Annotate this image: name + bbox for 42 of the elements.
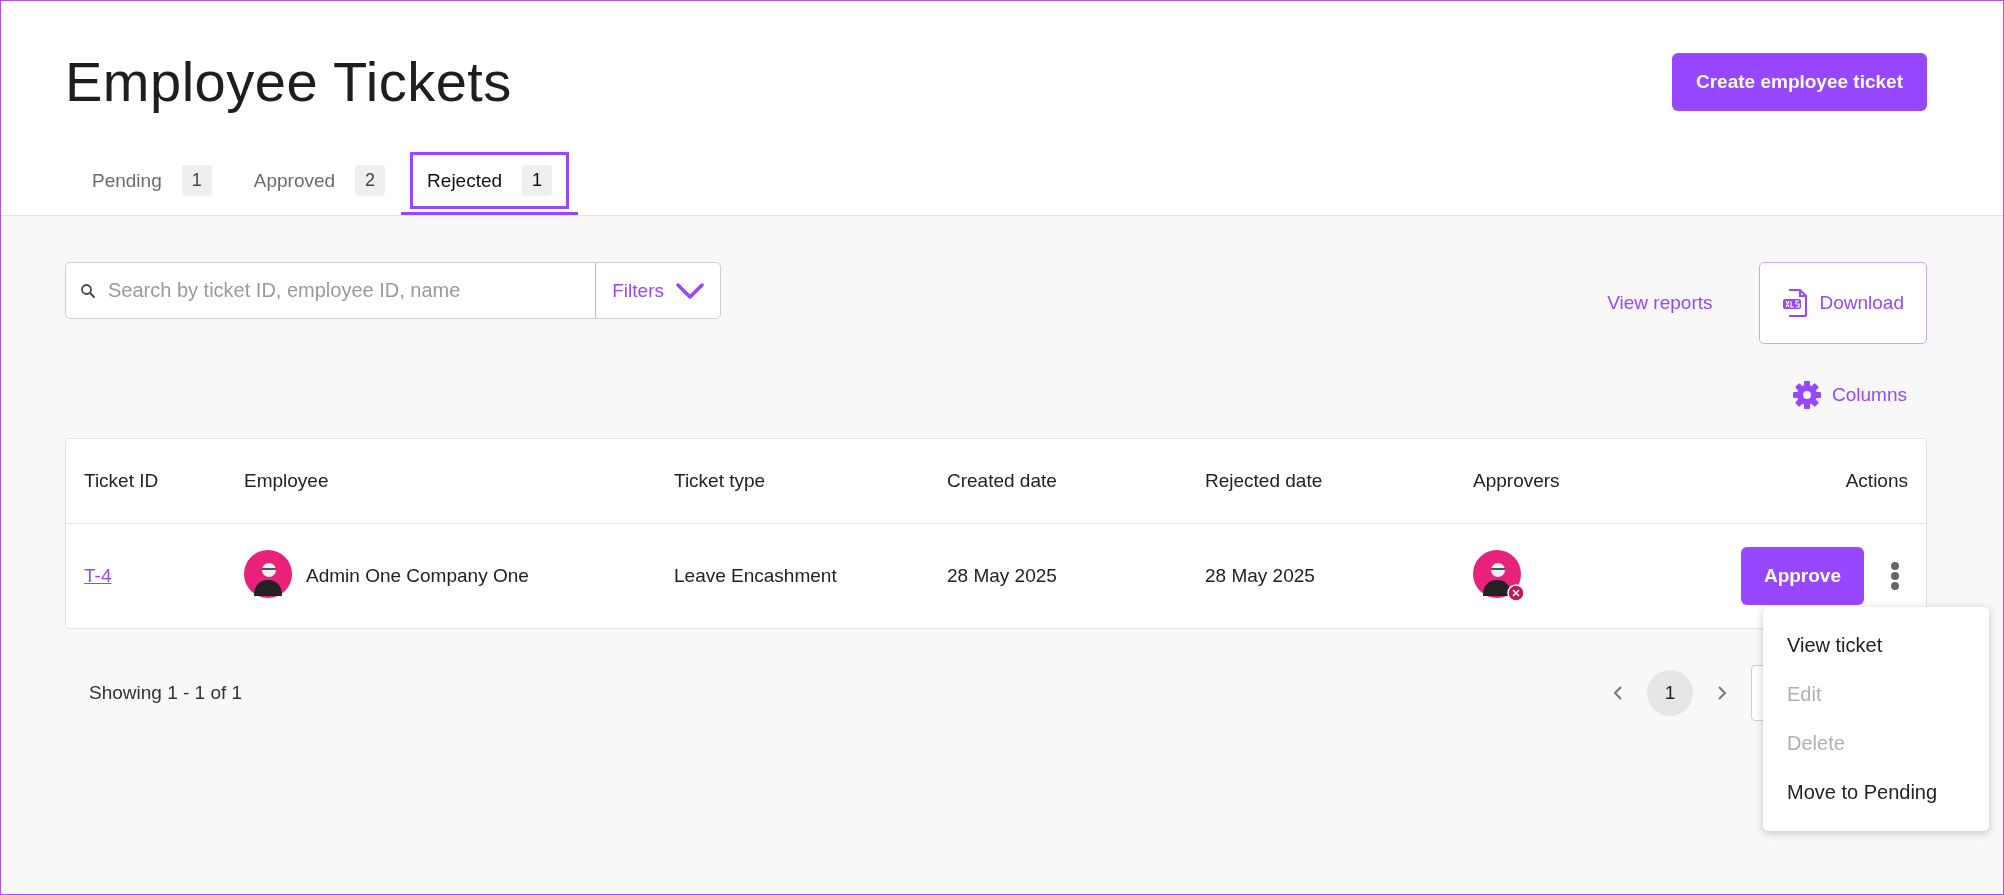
table-cell-text: 28 May 2025	[1205, 565, 1316, 587]
download-button[interactable]: Download	[1758, 262, 1927, 344]
employee-name: Admin One Company One	[306, 565, 529, 587]
gear-icon	[1792, 380, 1822, 410]
column-header: Created date	[947, 470, 1058, 492]
ticket-id-link[interactable]: T-4	[84, 565, 112, 586]
table-cell-text: Leave Encashment	[674, 565, 838, 587]
tab-label: Rejected	[427, 169, 503, 192]
column-header: Ticket type	[674, 470, 767, 492]
chevron-down-icon	[676, 282, 704, 299]
tab-label: Pending	[92, 169, 162, 192]
column-header: Rejected date	[1205, 470, 1324, 492]
approve-button[interactable]: Approve	[1740, 547, 1864, 605]
tab-label: Approved	[253, 169, 336, 192]
create-ticket-button[interactable]: Create employee ticket	[1672, 52, 1927, 111]
column-header: Ticket ID	[84, 470, 160, 492]
avatar	[244, 550, 292, 598]
column-header: Approvers	[1473, 470, 1561, 492]
chevron-right-icon[interactable]	[1717, 685, 1727, 701]
status-tab[interactable]: Rejected 1	[410, 152, 570, 209]
page-button[interactable]: 1	[1647, 670, 1693, 716]
columns-button[interactable]: Columns	[1792, 380, 1927, 410]
menu-item[interactable]: View ticket	[1763, 621, 1989, 670]
tab-count: 1	[181, 165, 212, 196]
more-options-icon[interactable]	[1890, 562, 1900, 590]
page-title: Employee Tickets	[65, 49, 512, 114]
search-field[interactable]: Search by ticket ID, employee ID, name Filters	[65, 262, 721, 319]
results-summary: Showing 1 - 1 of 1	[89, 682, 243, 704]
status-tab[interactable]: Pending 1	[75, 152, 229, 206]
menu-item[interactable]: Move to Pending	[1763, 768, 1989, 817]
column-header: Actions	[1844, 470, 1908, 492]
table-cell-text: 28 May 2025	[947, 565, 1058, 587]
chevron-left-icon[interactable]	[1613, 685, 1623, 701]
status-tab[interactable]: Approved 2	[236, 152, 403, 206]
column-header: Employee	[244, 470, 330, 492]
tab-count: 1	[522, 165, 553, 196]
view-reports-link[interactable]: View reports	[1607, 292, 1713, 314]
spreadsheet-file-icon	[1781, 288, 1808, 318]
filters-button[interactable]: Filters	[595, 263, 720, 318]
search-icon	[80, 282, 96, 299]
rejected-badge-icon	[1507, 584, 1525, 602]
tab-count: 2	[355, 165, 386, 196]
